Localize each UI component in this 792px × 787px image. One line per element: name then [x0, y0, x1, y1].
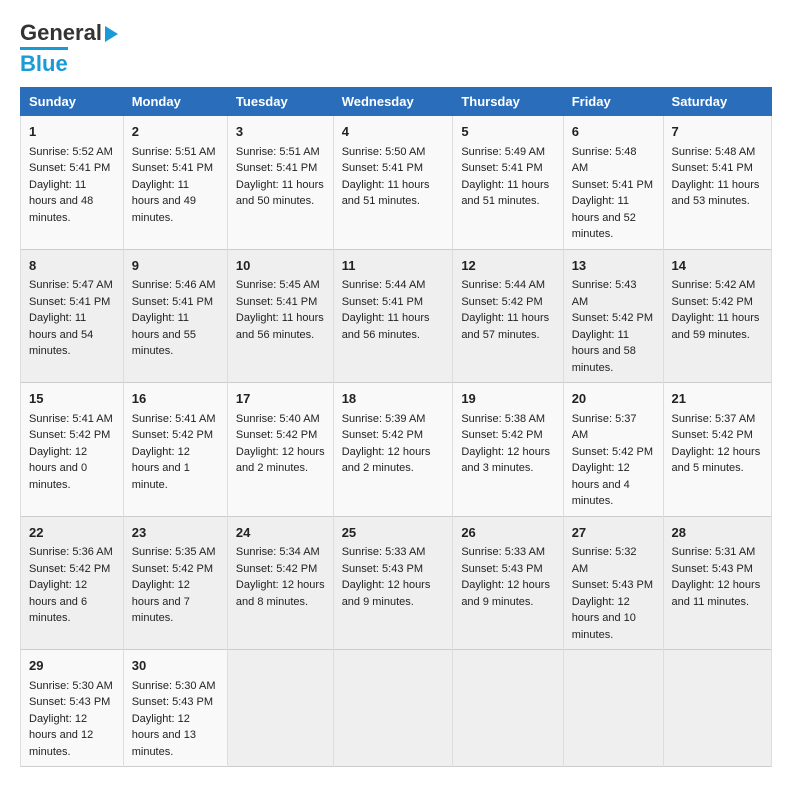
logo-blue: Blue: [20, 47, 68, 77]
calendar-cell: 5Sunrise: 5:49 AMSunset: 5:41 PMDaylight…: [453, 116, 563, 250]
calendar-cell: 3Sunrise: 5:51 AMSunset: 5:41 PMDaylight…: [227, 116, 333, 250]
weekday-header: Friday: [563, 88, 663, 116]
weekday-header: Wednesday: [333, 88, 453, 116]
day-number: 21: [672, 389, 763, 409]
day-number: 26: [461, 523, 554, 543]
calendar-cell: 7Sunrise: 5:48 AMSunset: 5:41 PMDaylight…: [663, 116, 771, 250]
day-number: 29: [29, 656, 115, 676]
calendar-cell: [453, 650, 563, 767]
day-number: 17: [236, 389, 325, 409]
day-number: 18: [342, 389, 445, 409]
calendar-cell: 16Sunrise: 5:41 AMSunset: 5:42 PMDayligh…: [123, 383, 227, 517]
calendar-body: 1Sunrise: 5:52 AMSunset: 5:41 PMDaylight…: [21, 116, 772, 767]
weekday-header: Thursday: [453, 88, 563, 116]
day-number: 23: [132, 523, 219, 543]
day-number: 2: [132, 122, 219, 142]
weekday-header: Tuesday: [227, 88, 333, 116]
calendar-week-row: 8Sunrise: 5:47 AMSunset: 5:41 PMDaylight…: [21, 249, 772, 383]
day-number: 8: [29, 256, 115, 276]
weekday-header: Saturday: [663, 88, 771, 116]
weekday-header-row: SundayMondayTuesdayWednesdayThursdayFrid…: [21, 88, 772, 116]
calendar-week-row: 15Sunrise: 5:41 AMSunset: 5:42 PMDayligh…: [21, 383, 772, 517]
day-number: 20: [572, 389, 655, 409]
day-number: 11: [342, 256, 445, 276]
calendar-cell: 22Sunrise: 5:36 AMSunset: 5:42 PMDayligh…: [21, 516, 124, 650]
day-number: 24: [236, 523, 325, 543]
page-header: General Blue: [20, 20, 772, 77]
calendar-cell: 10Sunrise: 5:45 AMSunset: 5:41 PMDayligh…: [227, 249, 333, 383]
calendar-cell: 28Sunrise: 5:31 AMSunset: 5:43 PMDayligh…: [663, 516, 771, 650]
day-number: 4: [342, 122, 445, 142]
calendar-cell: 27Sunrise: 5:32 AMSunset: 5:43 PMDayligh…: [563, 516, 663, 650]
calendar-cell: 20Sunrise: 5:37 AMSunset: 5:42 PMDayligh…: [563, 383, 663, 517]
logo-text: General: [20, 20, 118, 46]
calendar-header: SundayMondayTuesdayWednesdayThursdayFrid…: [21, 88, 772, 116]
calendar-cell: 8Sunrise: 5:47 AMSunset: 5:41 PMDaylight…: [21, 249, 124, 383]
calendar-cell: [333, 650, 453, 767]
day-number: 25: [342, 523, 445, 543]
calendar-cell: 23Sunrise: 5:35 AMSunset: 5:42 PMDayligh…: [123, 516, 227, 650]
day-number: 19: [461, 389, 554, 409]
day-number: 27: [572, 523, 655, 543]
day-number: 15: [29, 389, 115, 409]
calendar-cell: 18Sunrise: 5:39 AMSunset: 5:42 PMDayligh…: [333, 383, 453, 517]
calendar-cell: [563, 650, 663, 767]
calendar-cell: 19Sunrise: 5:38 AMSunset: 5:42 PMDayligh…: [453, 383, 563, 517]
calendar-cell: 13Sunrise: 5:43 AMSunset: 5:42 PMDayligh…: [563, 249, 663, 383]
day-number: 12: [461, 256, 554, 276]
calendar-cell: 12Sunrise: 5:44 AMSunset: 5:42 PMDayligh…: [453, 249, 563, 383]
calendar-table: SundayMondayTuesdayWednesdayThursdayFrid…: [20, 87, 772, 767]
calendar-cell: 9Sunrise: 5:46 AMSunset: 5:41 PMDaylight…: [123, 249, 227, 383]
logo: General Blue: [20, 20, 118, 77]
calendar-cell: 26Sunrise: 5:33 AMSunset: 5:43 PMDayligh…: [453, 516, 563, 650]
calendar-cell: 30Sunrise: 5:30 AMSunset: 5:43 PMDayligh…: [123, 650, 227, 767]
day-number: 22: [29, 523, 115, 543]
calendar-cell: 15Sunrise: 5:41 AMSunset: 5:42 PMDayligh…: [21, 383, 124, 517]
day-number: 6: [572, 122, 655, 142]
weekday-header: Sunday: [21, 88, 124, 116]
calendar-cell: [663, 650, 771, 767]
day-number: 13: [572, 256, 655, 276]
calendar-cell: 29Sunrise: 5:30 AMSunset: 5:43 PMDayligh…: [21, 650, 124, 767]
day-number: 28: [672, 523, 763, 543]
day-number: 5: [461, 122, 554, 142]
day-number: 9: [132, 256, 219, 276]
calendar-cell: 25Sunrise: 5:33 AMSunset: 5:43 PMDayligh…: [333, 516, 453, 650]
day-number: 10: [236, 256, 325, 276]
calendar-cell: 2Sunrise: 5:51 AMSunset: 5:41 PMDaylight…: [123, 116, 227, 250]
calendar-week-row: 29Sunrise: 5:30 AMSunset: 5:43 PMDayligh…: [21, 650, 772, 767]
calendar-cell: 14Sunrise: 5:42 AMSunset: 5:42 PMDayligh…: [663, 249, 771, 383]
calendar-cell: 4Sunrise: 5:50 AMSunset: 5:41 PMDaylight…: [333, 116, 453, 250]
calendar-week-row: 1Sunrise: 5:52 AMSunset: 5:41 PMDaylight…: [21, 116, 772, 250]
calendar-cell: 21Sunrise: 5:37 AMSunset: 5:42 PMDayligh…: [663, 383, 771, 517]
calendar-cell: 17Sunrise: 5:40 AMSunset: 5:42 PMDayligh…: [227, 383, 333, 517]
day-number: 7: [672, 122, 763, 142]
day-number: 1: [29, 122, 115, 142]
calendar-cell: 24Sunrise: 5:34 AMSunset: 5:42 PMDayligh…: [227, 516, 333, 650]
day-number: 30: [132, 656, 219, 676]
day-number: 16: [132, 389, 219, 409]
calendar-cell: [227, 650, 333, 767]
calendar-cell: 6Sunrise: 5:48 AMSunset: 5:41 PMDaylight…: [563, 116, 663, 250]
day-number: 3: [236, 122, 325, 142]
calendar-week-row: 22Sunrise: 5:36 AMSunset: 5:42 PMDayligh…: [21, 516, 772, 650]
calendar-cell: 11Sunrise: 5:44 AMSunset: 5:41 PMDayligh…: [333, 249, 453, 383]
calendar-cell: 1Sunrise: 5:52 AMSunset: 5:41 PMDaylight…: [21, 116, 124, 250]
weekday-header: Monday: [123, 88, 227, 116]
day-number: 14: [672, 256, 763, 276]
